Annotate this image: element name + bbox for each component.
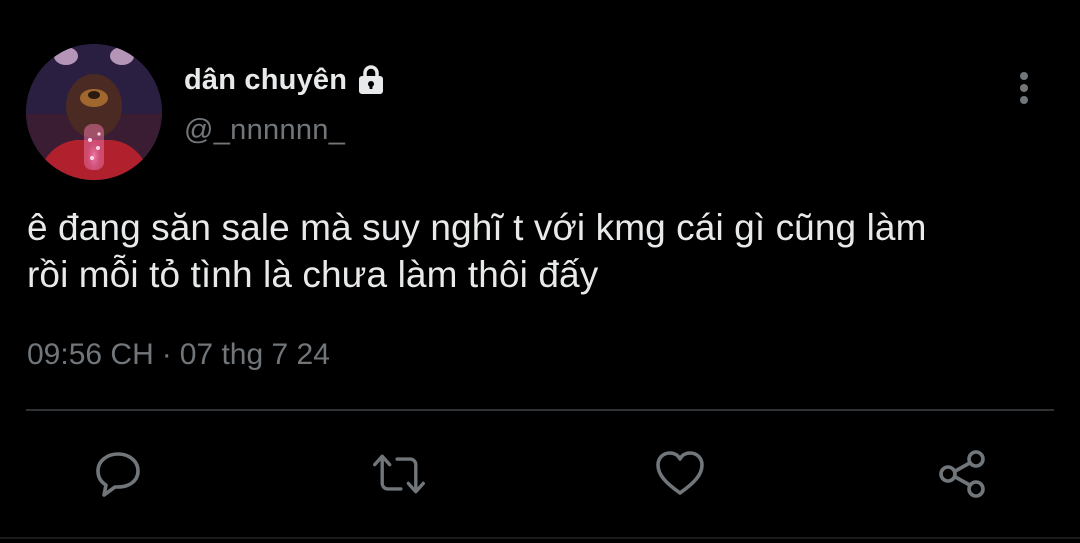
tweet-time: 09:56 CH	[27, 338, 154, 371]
comment-icon	[96, 452, 140, 497]
bottom-divider	[0, 537, 1080, 539]
lock-icon	[354, 63, 388, 97]
share-icon	[939, 450, 985, 498]
retweet-button[interactable]	[371, 446, 427, 502]
heart-icon	[656, 451, 704, 495]
author-name-row[interactable]: dân chuyên	[184, 60, 388, 100]
retweet-icon	[373, 454, 425, 494]
tweet-text-line-1: ê đang săn sale mà suy nghĩ t với kmg cá…	[27, 207, 927, 248]
avatar[interactable]	[26, 44, 162, 180]
author-display-name[interactable]: dân chuyên	[184, 64, 347, 97]
like-button[interactable]	[652, 446, 708, 502]
tweet-card: dân chuyên @_nnnnnn_ ê đang săn sale mà …	[0, 0, 1080, 543]
tweet-timestamp[interactable]: 09:56 CH · 07 thg 7 24	[27, 338, 330, 372]
divider	[26, 409, 1054, 411]
tweet-date: 07 thg 7 24	[179, 338, 330, 371]
reply-button[interactable]	[90, 446, 146, 502]
tweet-text: ê đang săn sale mà suy nghĩ t với kmg cá…	[27, 204, 1057, 298]
more-options-icon[interactable]	[1010, 70, 1038, 108]
share-button[interactable]	[934, 446, 990, 502]
avatar-image	[26, 44, 162, 180]
tweet-text-line-2: rồi mỗi tỏ tình là chưa làm thôi đấy	[27, 254, 599, 295]
meta-separator: ·	[161, 338, 172, 371]
author-handle[interactable]: @_nnnnnn_	[184, 114, 345, 147]
